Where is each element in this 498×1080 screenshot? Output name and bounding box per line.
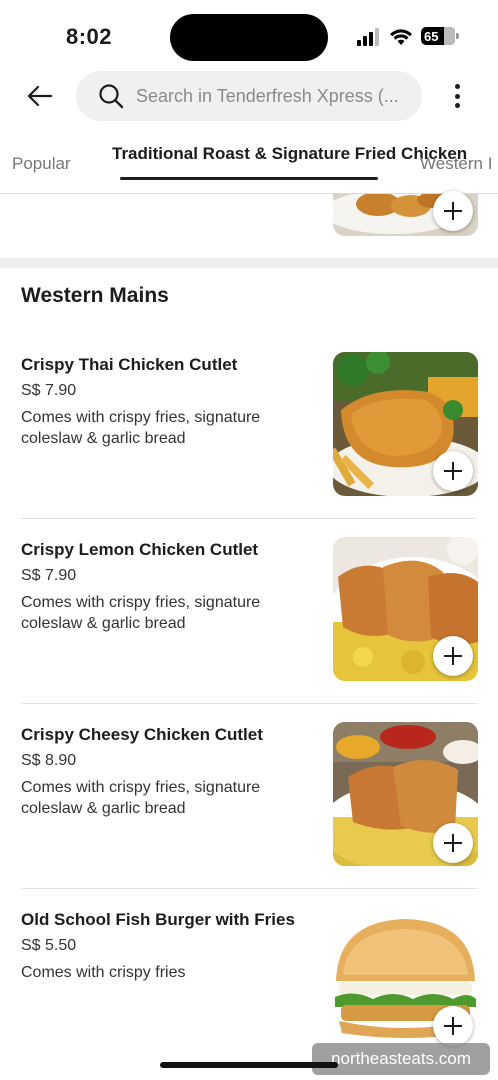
menu-item[interactable]: Crispy Lemon Chicken Cutlet S$ 7.90 Come… (0, 537, 498, 722)
item-description: Comes with crispy fries (21, 964, 186, 981)
plus-icon (444, 834, 462, 852)
divider (21, 703, 477, 704)
item-description: Comes with crispy fries, signature coles… (21, 779, 261, 817)
wifi-icon (390, 29, 412, 45)
tab-popular[interactable]: Popular (12, 154, 71, 174)
battery-icon: 65 (421, 27, 459, 45)
item-price: S$ 5.50 (21, 937, 77, 954)
plus-icon (444, 202, 462, 220)
section-title: Western Mains (21, 284, 169, 307)
status-bar: 8:02 65 (0, 0, 498, 72)
watermark: northeasteats.com (312, 1043, 490, 1075)
menu-item[interactable]: Crispy Thai Chicken Cutlet S$ 7.90 Comes… (0, 352, 498, 537)
home-indicator[interactable] (160, 1062, 338, 1068)
item-name: Crispy Lemon Chicken Cutlet (21, 540, 259, 559)
item-description: Comes with crispy fries, signature coles… (21, 409, 261, 447)
item-price: S$ 8.90 (21, 752, 77, 769)
item-price: S$ 7.90 (21, 567, 77, 584)
add-item-button[interactable] (433, 1006, 473, 1046)
tab-traditional-roast-fried-chicken[interactable]: Traditional Roast & Signature Fried Chic… (112, 143, 467, 180)
search-icon (99, 84, 124, 109)
dynamic-island (170, 14, 328, 61)
search-input[interactable] (136, 85, 406, 107)
back-button[interactable] (22, 78, 58, 114)
add-item-button[interactable] (433, 636, 473, 676)
item-name: Old School Fish Burger with Fries (21, 910, 295, 929)
category-tabs: Popular Traditional Roast & Signature Fr… (0, 132, 498, 194)
item-name: Crispy Thai Chicken Cutlet (21, 355, 238, 374)
item-price: S$ 7.90 (21, 382, 77, 399)
add-item-button[interactable] (433, 823, 473, 863)
more-vertical-icon (454, 84, 460, 89)
status-time: 8:02 (66, 24, 113, 49)
battery-level: 65 (424, 28, 439, 44)
add-previous-item-button[interactable] (433, 191, 473, 231)
menu-item[interactable]: Crispy Cheesy Chicken Cutlet S$ 8.90 Com… (0, 722, 498, 907)
tab-western[interactable]: Western I (420, 154, 492, 174)
more-options-button[interactable] (444, 80, 470, 112)
divider (21, 888, 477, 889)
cellular-signal-icon (357, 28, 381, 46)
section-separator (0, 258, 498, 268)
item-name: Crispy Cheesy Chicken Cutlet (21, 725, 263, 744)
plus-icon (444, 1017, 462, 1035)
plus-icon (444, 462, 462, 480)
item-description: Comes with crispy fries, signature coles… (21, 594, 261, 632)
arrow-left-icon (27, 85, 53, 107)
divider (21, 518, 477, 519)
plus-icon (444, 647, 462, 665)
search-bar[interactable] (76, 71, 422, 121)
add-item-button[interactable] (433, 451, 473, 491)
